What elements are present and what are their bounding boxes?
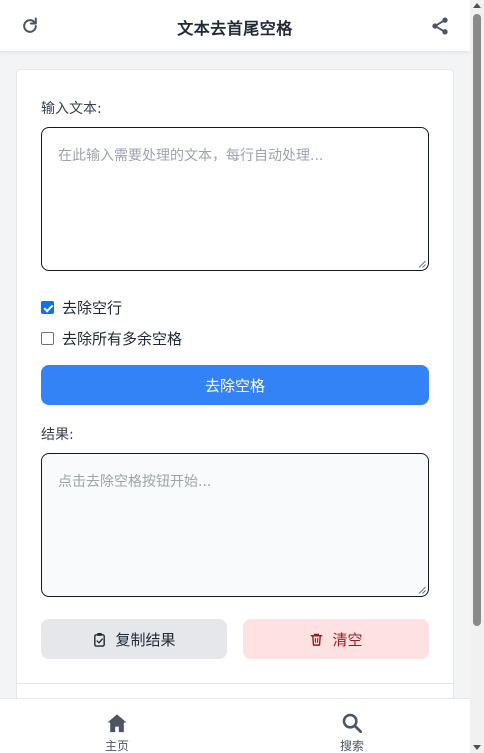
- scroll-down-arrow-icon[interactable]: [473, 745, 481, 750]
- trash-icon: [311, 633, 323, 646]
- clear-button-label: 清空: [332, 630, 363, 649]
- scrollbar-thumb[interactable]: [473, 14, 481, 626]
- result-label: 结果:: [41, 427, 74, 443]
- clipboard-icon: [94, 632, 106, 647]
- result-placeholder: 点击去除空格按钮开始...: [58, 474, 212, 490]
- copy-button-label: 复制结果: [115, 630, 176, 649]
- nav-label-home: 主页: [104, 739, 129, 753]
- resize-grip-icon[interactable]: [418, 586, 426, 594]
- share-icon[interactable]: [430, 16, 450, 36]
- page-title: 文本去首尾空格: [177, 19, 293, 38]
- nav-item-search[interactable]: 搜索: [322, 713, 382, 753]
- remove-spaces-button[interactable]: 去除空格: [41, 365, 429, 405]
- bottom-nav: 主页 搜索: [0, 698, 470, 753]
- card-divider: [17, 683, 453, 684]
- top-bar: 文本去首尾空格: [0, 0, 470, 52]
- nav-label-search: 搜索: [339, 739, 364, 753]
- option-label: 去除空行: [62, 299, 123, 317]
- copy-result-button[interactable]: 复制结果: [41, 619, 227, 659]
- remove-extra-spaces-checkbox[interactable]: [41, 332, 54, 345]
- nav-item-home[interactable]: 主页: [87, 713, 147, 753]
- input-label: 输入文本:: [41, 101, 102, 117]
- search-icon: [342, 713, 362, 733]
- home-icon: [107, 714, 127, 733]
- option-label: 去除所有多余空格: [62, 330, 183, 348]
- app-page: 文本去首尾空格 输入文本: 在此输入需要处理的文本，每行自动处理... 去除空行…: [0, 0, 484, 753]
- option-remove-extra-spaces[interactable]: 去除所有多余空格: [41, 328, 182, 349]
- result-textarea[interactable]: 点击去除空格按钮开始...: [41, 453, 429, 597]
- option-remove-empty-lines[interactable]: 去除空行: [41, 297, 122, 318]
- resize-grip-icon[interactable]: [418, 260, 426, 268]
- input-textarea[interactable]: 在此输入需要处理的文本，每行自动处理...: [41, 127, 429, 271]
- clear-button[interactable]: 清空: [243, 619, 429, 659]
- page-scrollbar[interactable]: [470, 0, 484, 753]
- remove-empty-lines-checkbox[interactable]: [41, 301, 54, 314]
- input-placeholder: 在此输入需要处理的文本，每行自动处理...: [58, 148, 324, 164]
- main-card: 输入文本: 在此输入需要处理的文本，每行自动处理... 去除空行 去除所有多余空…: [16, 69, 454, 753]
- scroll-up-arrow-icon[interactable]: [473, 3, 481, 8]
